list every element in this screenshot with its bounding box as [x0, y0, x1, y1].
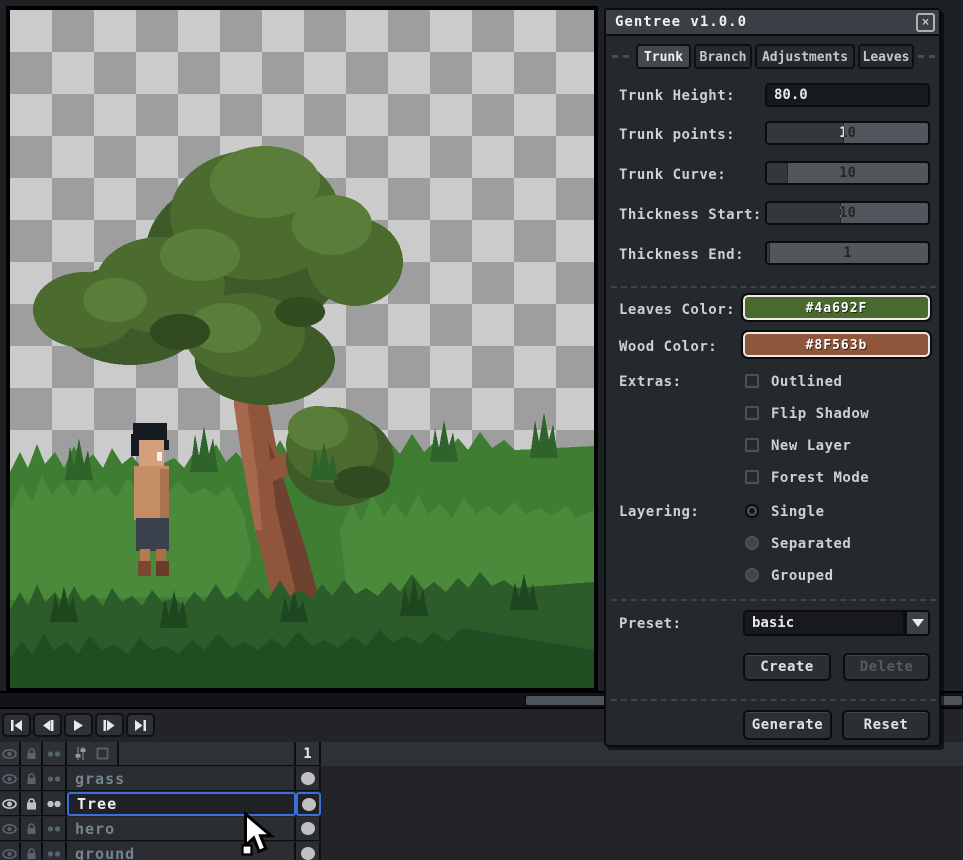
eye-icon[interactable]: [0, 792, 21, 816]
cel-options-icon[interactable]: [96, 747, 109, 760]
chevron-down-icon: [911, 619, 924, 627]
separated-label[interactable]: Separated: [771, 536, 851, 552]
gentree-dialog: Gentree v1.0.0 × Trunk Branch Adjustment…: [604, 8, 941, 747]
wood-color-button[interactable]: #8F563b: [741, 330, 932, 359]
preset-label: Preset:: [619, 616, 682, 632]
lock-icon[interactable]: [21, 817, 43, 841]
trunk-height-label: Trunk Height:: [619, 88, 736, 104]
outlined-label[interactable]: Outlined: [771, 374, 842, 390]
leaves-color-label: Leaves Color:: [619, 302, 736, 318]
lock-icon[interactable]: [21, 842, 43, 860]
cel[interactable]: [296, 792, 321, 816]
forest-mode-label[interactable]: Forest Mode: [771, 470, 869, 486]
frame-number-header[interactable]: 1: [296, 742, 321, 766]
trunk-height-input[interactable]: 80.0: [765, 83, 930, 107]
last-frame-button[interactable]: [126, 713, 155, 737]
layer-name[interactable]: grass: [67, 767, 296, 791]
dialog-titlebar[interactable]: Gentree v1.0.0: [606, 10, 939, 36]
cel-thumbnail[interactable]: [300, 822, 315, 835]
trunk-curve-slider[interactable]: 10 10: [765, 161, 930, 185]
forest-mode-checkbox[interactable]: [745, 470, 759, 484]
single-radio[interactable]: [745, 504, 759, 518]
tab-separator-left: [612, 55, 629, 58]
tab-adjustments[interactable]: Adjustments: [755, 44, 855, 69]
timeline-header-spacer: [119, 742, 296, 766]
layer-row-ground[interactable]: ground: [0, 842, 963, 860]
layer-name[interactable]: hero: [67, 817, 296, 841]
timeline-settings-icon[interactable]: [75, 746, 91, 761]
separator: [611, 286, 936, 288]
create-button[interactable]: Create: [743, 653, 831, 681]
trunk-points-label: Trunk points:: [619, 127, 736, 143]
eye-icon[interactable]: [0, 767, 21, 791]
cel[interactable]: [296, 767, 321, 791]
canvas-viewport[interactable]: [6, 6, 598, 692]
cel[interactable]: [296, 817, 321, 841]
continuous-icon[interactable]: [43, 792, 67, 816]
single-label[interactable]: Single: [771, 504, 825, 520]
tab-trunk[interactable]: Trunk: [636, 44, 691, 69]
trunk-points-slider[interactable]: 10 10: [765, 121, 930, 145]
layer-name[interactable]: Tree: [67, 792, 296, 816]
separator: [611, 699, 936, 701]
cel-thumbnail[interactable]: [301, 797, 316, 811]
leaves-color-button[interactable]: #4a692F: [741, 293, 932, 322]
cel-thumbnail[interactable]: [300, 847, 315, 860]
toggle-all-visibility-button[interactable]: [0, 742, 21, 766]
thickness-start-label: Thickness Start:: [619, 207, 762, 223]
layer-row-grass[interactable]: grass: [0, 767, 963, 791]
layer-row-tree[interactable]: Tree: [0, 792, 963, 816]
toggle-all-continuous-button[interactable]: [43, 742, 67, 766]
thickness-start-slider[interactable]: 10 10: [765, 201, 930, 225]
play-button[interactable]: [64, 713, 93, 737]
first-frame-button[interactable]: [2, 713, 31, 737]
cel[interactable]: [296, 842, 321, 860]
prev-frame-button[interactable]: [33, 713, 62, 737]
timeline-settings-cell: [67, 742, 119, 766]
tab-branch[interactable]: Branch: [694, 44, 752, 69]
cel-thumbnail[interactable]: [300, 772, 315, 785]
lock-icon[interactable]: [21, 767, 43, 791]
dialog-title: Gentree v1.0.0: [615, 14, 748, 30]
toggle-all-lock-button[interactable]: [21, 742, 43, 766]
layer-row-hero[interactable]: hero: [0, 817, 963, 841]
continuous-icon[interactable]: [43, 842, 67, 860]
new-layer-label[interactable]: New Layer: [771, 438, 851, 454]
trunk-curve-label: Trunk Curve:: [619, 167, 727, 183]
flip-shadow-label[interactable]: Flip Shadow: [771, 406, 869, 422]
reset-button[interactable]: Reset: [842, 710, 930, 740]
thickness-end-label: Thickness End:: [619, 247, 745, 263]
thickness-end-slider[interactable]: 1 1: [765, 241, 930, 265]
sprite-artwork: [10, 10, 594, 688]
close-icon[interactable]: ×: [916, 13, 935, 32]
preset-select[interactable]: basic: [743, 610, 905, 636]
continuous-icon[interactable]: [43, 767, 67, 791]
grouped-label[interactable]: Grouped: [771, 568, 834, 584]
layering-label: Layering:: [619, 504, 700, 520]
preset-dropdown-button[interactable]: [905, 610, 930, 636]
eye-icon[interactable]: [0, 842, 21, 860]
tab-separator-right: [918, 55, 935, 58]
new-layer-checkbox[interactable]: [745, 438, 759, 452]
next-frame-button[interactable]: [95, 713, 124, 737]
separator: [611, 599, 936, 601]
lock-icon[interactable]: [21, 792, 43, 816]
tab-leaves[interactable]: Leaves: [858, 44, 914, 69]
layer-name[interactable]: ground: [67, 842, 296, 860]
grouped-radio[interactable]: [745, 568, 759, 582]
continuous-icon[interactable]: [43, 817, 67, 841]
flip-shadow-checkbox[interactable]: [745, 406, 759, 420]
separated-radio[interactable]: [745, 536, 759, 550]
generate-button[interactable]: Generate: [743, 710, 832, 740]
outlined-checkbox[interactable]: [745, 374, 759, 388]
wood-color-label: Wood Color:: [619, 339, 718, 355]
extras-label: Extras:: [619, 374, 682, 390]
eye-icon[interactable]: [0, 817, 21, 841]
delete-button[interactable]: Delete: [843, 653, 930, 681]
